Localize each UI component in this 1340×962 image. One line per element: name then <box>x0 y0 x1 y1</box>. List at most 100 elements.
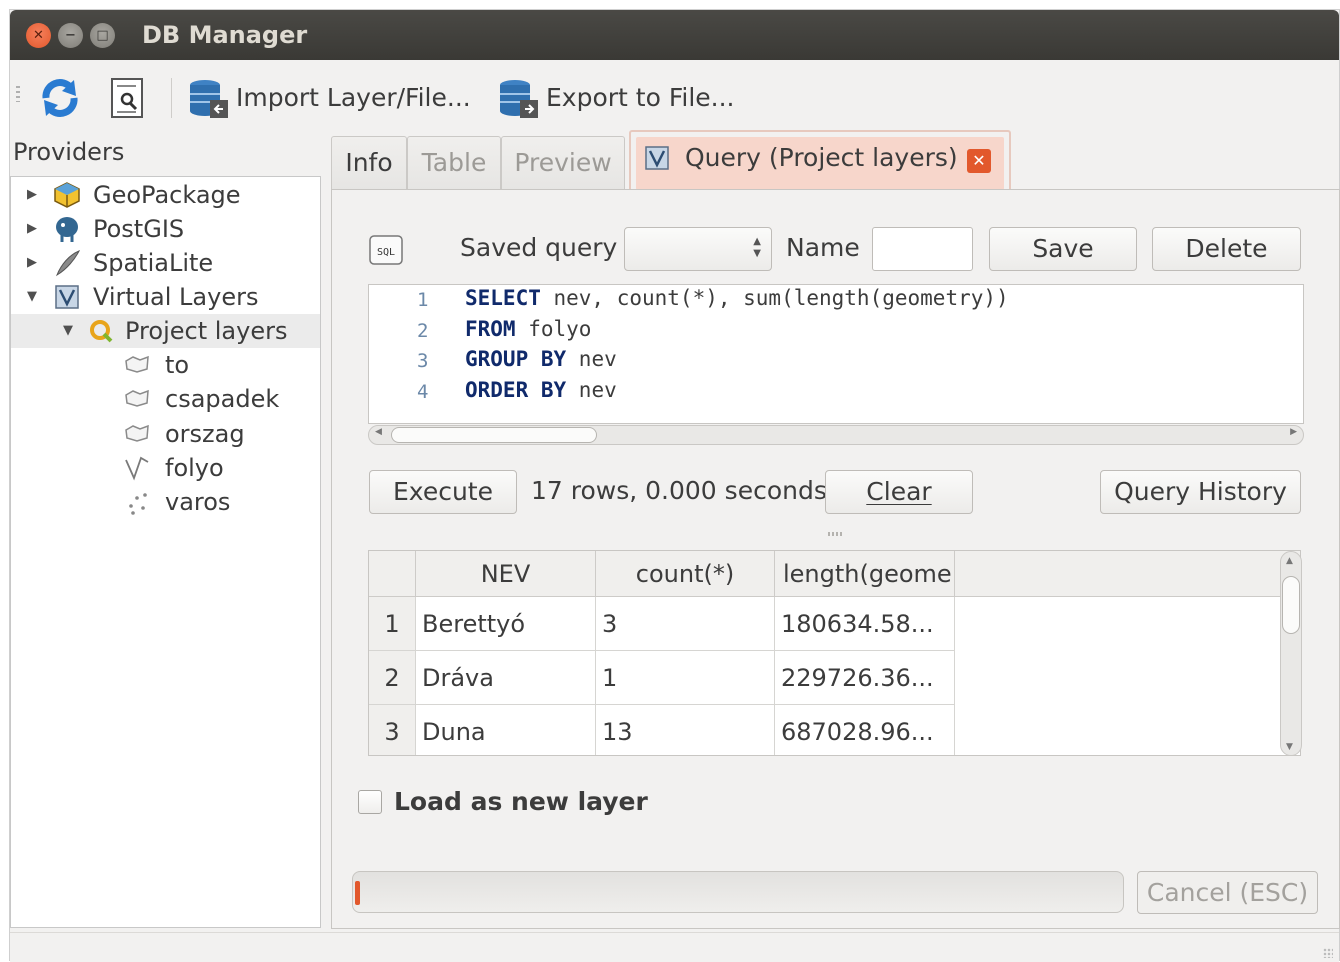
cancel-button[interactable]: Cancel (ESC) <box>1137 871 1318 914</box>
row-number[interactable]: 3 <box>369 705 416 755</box>
execute-button[interactable]: Execute <box>369 470 517 514</box>
providers-label: Providers <box>13 138 125 166</box>
line-number: 2 <box>417 320 429 342</box>
results-table[interactable]: NEV count(*) length(geome 1 Berettyó 3 1… <box>368 550 1301 756</box>
close-window-button[interactable]: ✕ <box>26 23 51 48</box>
tab-table[interactable]: Table <box>407 136 501 190</box>
query-name-input[interactable] <box>872 227 973 271</box>
clear-button[interactable]: Clear <box>825 470 973 514</box>
query-history-button[interactable]: Query History <box>1100 470 1301 514</box>
tab-label: Query (Project layers) <box>685 143 958 172</box>
saved-query-label: Saved query <box>460 233 618 262</box>
import-layer-icon[interactable] <box>186 76 230 120</box>
sql-editor[interactable]: 1 SELECT nev, count(*), sum(length(geome… <box>368 284 1304 424</box>
query-status-text: 17 rows, 0.000 seconds <box>531 476 827 505</box>
splitter-handle[interactable] <box>828 532 842 536</box>
editor-horizontal-scrollbar[interactable]: ◀ ▶ <box>368 425 1304 445</box>
load-as-layer-checkbox[interactable] <box>358 790 382 814</box>
table-cell[interactable]: 687028.96... <box>775 705 955 755</box>
expand-arrow-icon[interactable]: ▶ <box>27 178 37 212</box>
tab-label: Table <box>421 148 487 177</box>
scrollbar-thumb[interactable] <box>1282 576 1300 634</box>
tab-info[interactable]: Info <box>331 136 407 190</box>
tree-item-label: orszag <box>165 420 245 448</box>
line-layer-icon <box>125 456 149 481</box>
sql-text: nev <box>566 378 617 402</box>
toolbar-separator <box>171 78 172 118</box>
name-label: Name <box>786 233 860 262</box>
expand-arrow-icon[interactable]: ▶ <box>27 246 37 280</box>
qgis-icon <box>90 320 113 343</box>
load-as-layer-label[interactable]: Load as new layer <box>394 787 648 816</box>
tree-item-label: PostGIS <box>93 215 185 243</box>
import-layer-button[interactable]: Import Layer/File... <box>236 83 471 112</box>
table-cell[interactable]: Dráva <box>416 651 596 705</box>
minimize-window-button[interactable]: − <box>58 23 83 48</box>
expand-arrow-icon[interactable]: ▶ <box>27 212 37 246</box>
progress-fill <box>355 881 360 905</box>
sql-text: nev <box>566 347 617 371</box>
header-filler <box>955 551 1300 597</box>
table-cell[interactable]: 180634.58... <box>775 597 955 651</box>
tree-item-label: SpatiaLite <box>93 249 214 277</box>
tree-item-label: GeoPackage <box>93 181 241 209</box>
corner-header <box>369 551 416 597</box>
sql-text: folyo <box>515 317 592 341</box>
table-cell[interactable]: Duna <box>416 705 596 755</box>
table-cell[interactable]: Berettyó <box>416 597 596 651</box>
scroll-left-icon[interactable]: ◀ <box>375 427 382 437</box>
sql-text: nev, count(*), sum(length(geometry)) <box>540 286 1009 310</box>
row-number[interactable]: 1 <box>369 597 416 651</box>
tree-item-label: Virtual Layers <box>93 283 259 311</box>
code-line: FROM folyo <box>465 317 591 341</box>
scroll-right-icon[interactable]: ▶ <box>1290 427 1297 437</box>
providers-tree[interactable]: ▶ GeoPackage ▶ PostGIS ▶ SpatiaLite ▼ Vi… <box>10 176 321 928</box>
column-header[interactable]: count(*) <box>596 551 775 597</box>
export-file-button[interactable]: Export to File... <box>546 83 735 112</box>
svg-text:SQL: SQL <box>377 247 395 258</box>
line-number-gutter <box>369 285 459 423</box>
virtual-layers-icon <box>645 146 669 170</box>
tree-item-label: varos <box>165 488 231 516</box>
toolbar-grip[interactable] <box>16 86 20 102</box>
table-cell[interactable]: 13 <box>596 705 775 755</box>
table-cell[interactable]: 229726.36... <box>775 651 955 705</box>
results-vertical-scrollbar[interactable]: ▲ ▼ <box>1280 551 1302 756</box>
collapse-arrow-icon[interactable]: ▼ <box>27 280 37 314</box>
column-header[interactable]: NEV <box>416 551 596 597</box>
line-number: 4 <box>417 381 429 403</box>
delete-query-button[interactable]: Delete <box>1152 227 1301 271</box>
line-number: 3 <box>417 350 429 372</box>
sql-icon[interactable]: SQL <box>368 232 404 268</box>
window-title: DB Manager <box>142 21 308 49</box>
column-header[interactable]: length(geome <box>775 551 955 597</box>
tab-label: Info <box>345 148 393 177</box>
code-line: GROUP BY nev <box>465 347 617 371</box>
maximize-window-button[interactable]: □ <box>90 23 115 48</box>
sql-keyword: ORDER BY <box>465 378 567 402</box>
tab-preview[interactable]: Preview <box>501 136 625 190</box>
save-query-button[interactable]: Save <box>989 227 1137 271</box>
scroll-down-icon[interactable]: ▼ <box>1286 742 1293 752</box>
collapse-arrow-icon[interactable]: ▼ <box>63 314 73 348</box>
sql-window-icon[interactable] <box>106 76 150 120</box>
tree-item-project-layers[interactable]: ▼ Project layers <box>11 314 320 348</box>
tree-item-label: folyo <box>165 454 224 482</box>
row-number[interactable]: 2 <box>369 651 416 705</box>
progress-bar <box>352 871 1124 913</box>
sql-keyword: GROUP BY <box>465 347 567 371</box>
scroll-up-icon[interactable]: ▲ <box>1286 556 1293 566</box>
point-layer-icon <box>129 493 147 515</box>
refresh-icon[interactable] <box>38 76 82 120</box>
saved-query-select[interactable]: ▲ ▼ <box>624 227 772 271</box>
tab-query-project-layers[interactable]: Query (Project layers) ✕ <box>629 130 1011 190</box>
close-tab-icon[interactable]: ✕ <box>967 149 991 173</box>
toolbar: Import Layer/File... Export to File... <box>10 60 1339 135</box>
export-file-icon[interactable] <box>496 76 540 120</box>
query-panel: SQL Saved query ▲ ▼ Name Save Delete 1 SE… <box>331 189 1340 929</box>
resize-grip-icon[interactable] <box>1323 948 1333 958</box>
scrollbar-thumb[interactable] <box>391 427 597 443</box>
table-cell[interactable]: 3 <box>596 597 775 651</box>
table-cell[interactable]: 1 <box>596 651 775 705</box>
tree-item-label: to <box>165 351 190 379</box>
